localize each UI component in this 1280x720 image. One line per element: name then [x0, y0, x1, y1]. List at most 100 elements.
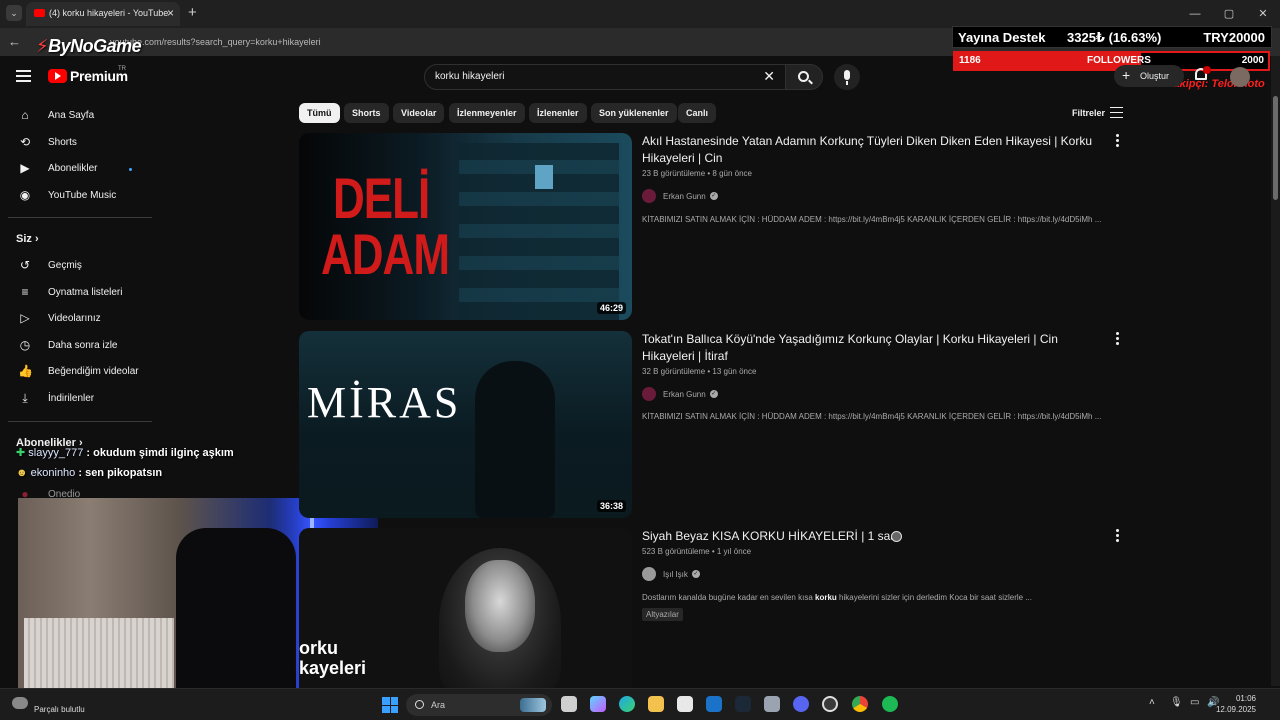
- search-input[interactable]: korku hikayeleri ✕: [424, 64, 786, 90]
- sidebar-item-your-videos[interactable]: ▷ Videolarınız: [16, 306, 156, 332]
- store-icon[interactable]: [677, 696, 693, 712]
- video-thumbnail[interactable]: MİRAS 36:38: [299, 331, 632, 518]
- new-tab-button[interactable]: +: [188, 4, 197, 21]
- sidebar-item-shorts[interactable]: ⟲ Shorts: [16, 130, 156, 156]
- channel-link[interactable]: Erkan Gunn ✓: [642, 386, 718, 402]
- sidebar-item-subscriptions[interactable]: ▶ Abonelikler: [16, 156, 156, 182]
- youtube-premium-logo[interactable]: Premium TR: [48, 66, 128, 84]
- chip-watched[interactable]: İzlenenler: [529, 103, 587, 123]
- network-app-icon[interactable]: [764, 696, 780, 712]
- create-button[interactable]: + Oluştur: [1114, 65, 1184, 87]
- video-title[interactable]: Siyah Beyaz KISA KORKU HİKAYELERİ | 1 sa…: [642, 528, 1102, 545]
- more-actions-icon[interactable]: [1116, 529, 1120, 542]
- task-view-icon[interactable]: [561, 696, 577, 712]
- channel-name: Erkan Gunn: [663, 389, 706, 399]
- sidebar-item-playlists[interactable]: ≡ Oynatma listeleri: [16, 280, 156, 306]
- channel-link[interactable]: Erkan Gunn ✓: [642, 188, 718, 204]
- close-window-button[interactable]: ✕: [1246, 0, 1280, 28]
- sidebar-item-downloads[interactable]: ⤓ İndirilenler: [16, 386, 156, 412]
- chip-unwatched[interactable]: İzlenmeyenler: [449, 103, 525, 123]
- sidebar-item-label: İndirilenler: [48, 393, 95, 404]
- notification-badge: [1203, 66, 1211, 74]
- filters-sliders-icon[interactable]: [1110, 107, 1123, 118]
- channel-avatar: [642, 567, 656, 581]
- sidebar-item-liked-videos[interactable]: 👍 Beğendiğim videolar: [16, 359, 156, 385]
- outlook-icon[interactable]: [706, 696, 722, 712]
- minimize-button[interactable]: —: [1178, 0, 1212, 28]
- video-description: Dostlarım kanalda bugüne kadar en sevile…: [642, 593, 1032, 602]
- microphone-icon[interactable]: 🎙: [1170, 697, 1183, 708]
- video-description: KİTABIMIZI SATIN ALMAK İÇİN : HÜDDAM ADE…: [642, 412, 1102, 421]
- channel-link[interactable]: Işıl Işık ✓: [642, 566, 700, 582]
- chip-all[interactable]: Tümü: [299, 103, 340, 123]
- maximize-button[interactable]: ▢: [1212, 0, 1246, 28]
- sidebar-item-history[interactable]: ↺ Geçmiş: [16, 253, 156, 279]
- history-icon: ↺: [19, 258, 31, 272]
- weather-cloud-icon[interactable]: [12, 697, 28, 709]
- channel-name: Işıl Işık: [663, 569, 688, 579]
- account-avatar[interactable]: [1230, 67, 1250, 87]
- sidebar-item-home[interactable]: ⌂ Ana Sayfa: [16, 103, 156, 129]
- chip-live[interactable]: Canlı: [678, 103, 717, 123]
- steam-icon[interactable]: [735, 696, 751, 712]
- create-label: Oluştur: [1140, 71, 1170, 81]
- bynogame-mark-icon: ⚡: [36, 36, 49, 56]
- video-meta: 523 B görüntüleme • 1 yıl önce: [642, 547, 752, 556]
- chrome-icon[interactable]: [852, 696, 868, 712]
- voice-search-button[interactable]: [834, 64, 860, 90]
- browser-tab-active[interactable]: (4) korku hikayeleri - YouTube ×: [26, 2, 180, 26]
- sidebar-divider: [8, 217, 152, 218]
- windows-start-icon[interactable]: [382, 697, 398, 713]
- copilot-icon[interactable]: [590, 696, 606, 712]
- display-icon[interactable]: ▭: [1190, 697, 1199, 708]
- clock-emoji-icon: [891, 531, 902, 542]
- subtitles-badge: Altyazılar: [642, 608, 683, 621]
- chat-text: : sen pikopatsın: [75, 467, 163, 479]
- windows-taskbar: Parçalı bulutlu Ara: [0, 688, 1280, 720]
- filters-button[interactable]: Filtreler: [1072, 108, 1105, 118]
- sidebar-section-you[interactable]: Siz ›: [16, 233, 39, 245]
- sidebar-item-watch-later[interactable]: ◷ Daha sonra izle: [16, 333, 156, 359]
- thumbnail-text: ADAM: [321, 223, 450, 288]
- clock-time: 01:06: [1235, 694, 1256, 703]
- scrollbar-thumb[interactable]: [1273, 96, 1278, 200]
- taskbar-search-input[interactable]: Ara: [406, 694, 552, 716]
- sidebar-item-label: Ana Sayfa: [48, 110, 95, 121]
- more-actions-icon[interactable]: [1116, 332, 1120, 345]
- chip-videos[interactable]: Videolar: [393, 103, 445, 123]
- sidebar-item-label: Geçmiş: [48, 260, 82, 271]
- thumbnail-figure: [475, 361, 555, 518]
- discord-icon[interactable]: [793, 696, 809, 712]
- page-scrollbar[interactable]: [1271, 56, 1280, 686]
- file-explorer-icon[interactable]: [648, 696, 664, 712]
- video-title[interactable]: Tokat'ın Ballıca Köyü'nde Yaşadığımız Ko…: [642, 331, 1102, 365]
- menu-icon[interactable]: [16, 70, 31, 82]
- sidebar-item-youtube-music[interactable]: ◉ YouTube Music: [16, 183, 156, 209]
- window-controls: — ▢ ✕: [1178, 0, 1280, 28]
- thumbnail-lit-window: [535, 165, 553, 189]
- url-field[interactable]: youtube.com/results?search_query=korku+h…: [110, 37, 321, 47]
- clock-date: 12.09.2025: [1215, 705, 1256, 714]
- more-actions-icon[interactable]: [1116, 134, 1120, 147]
- chat-text: : okudum şimdi ilginç aşkım: [83, 447, 234, 459]
- thumbnail-text: MİRAS: [307, 378, 462, 427]
- close-tab-icon[interactable]: ×: [167, 6, 174, 20]
- tab-search-button[interactable]: ⌄: [6, 5, 22, 21]
- video-title[interactable]: Akıl Hastanesinde Yatan Adamın Korkunç T…: [642, 133, 1102, 167]
- search-button[interactable]: [785, 64, 823, 90]
- thumbnail-text: kayeleri: [299, 658, 367, 678]
- weather-text: Parçalı bulutlu: [34, 705, 85, 714]
- video-thumbnail[interactable]: orku kayeleri: [299, 528, 632, 688]
- tray-chevron-up-icon[interactable]: ˄: [1149, 697, 1155, 708]
- clear-search-icon[interactable]: ✕: [763, 68, 775, 85]
- back-arrow-icon[interactable]: ←: [8, 34, 21, 49]
- chip-shorts[interactable]: Shorts: [344, 103, 389, 123]
- follower-count: 1186: [959, 55, 981, 66]
- taskbar-clock[interactable]: 01:06 12.09.2025: [1216, 693, 1256, 715]
- obs-icon[interactable]: [822, 696, 838, 712]
- spotify-icon[interactable]: [882, 696, 898, 712]
- webcam-gaming-chair: [176, 528, 296, 700]
- chip-recently-uploaded[interactable]: Son yüklenenler: [591, 103, 677, 123]
- edge-icon[interactable]: [619, 696, 635, 712]
- video-thumbnail[interactable]: DELİ ADAM 46:29: [299, 133, 632, 320]
